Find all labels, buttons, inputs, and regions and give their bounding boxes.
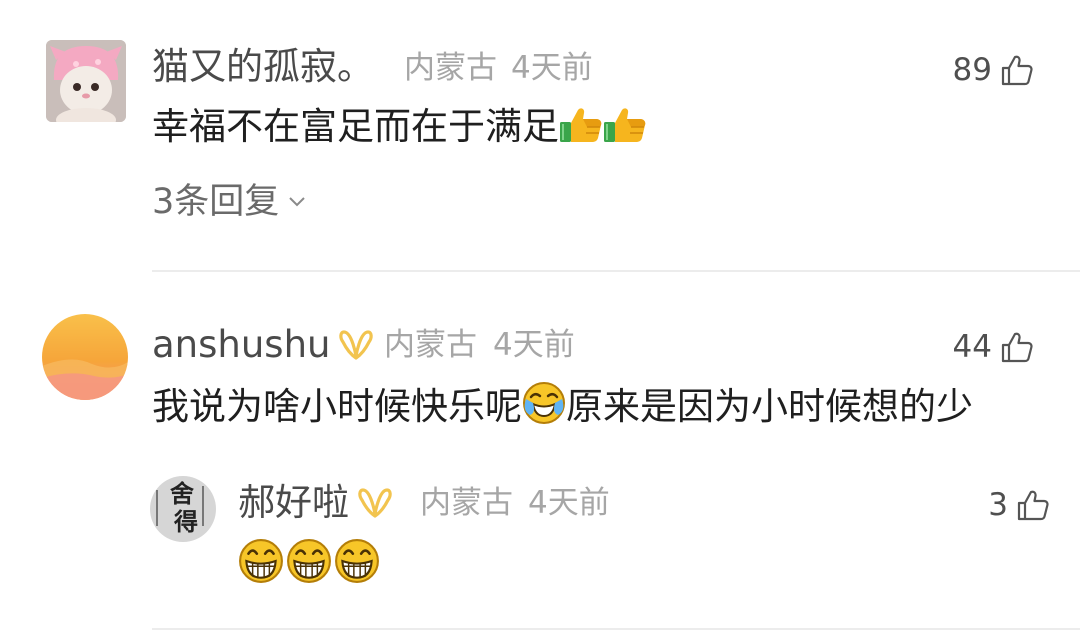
reply-avatar[interactable]: 舍 得 [150,476,216,542]
comment-username[interactable]: 猫又的孤寂。 [152,45,374,89]
sunset-avatar-icon [42,314,128,400]
thumbs-up-icon [603,105,647,145]
comment-location: 内蒙古 [404,50,497,86]
view-replies-button[interactable]: 3条回复 [152,180,307,224]
comment-text: 幸福不在富足而在于满足 [152,103,647,151]
cat-avatar-icon [46,40,126,122]
vip-badge-icon [338,328,374,362]
replies-label: 3条回复 [152,182,280,222]
thumbs-up-outline-icon [1000,53,1034,87]
like-count: 89 [952,52,992,88]
comment-text: 我说为啥小时候快乐呢 原来是因为小时候想的少 [152,381,973,431]
like-button[interactable]: 89 [953,50,1034,90]
avatar[interactable] [42,314,128,400]
avatar-decoration [202,486,204,526]
avatar-decoration [156,490,158,526]
comment-item: 猫又的孤寂。 内蒙古 4天前 89 幸福不在富足而在于满足 3条回复 [0,0,1080,272]
reply-item: 舍 得 郝好啦 内蒙古 4天前 3 [150,468,1050,588]
comment-header: anshushu [152,323,374,367]
reply-text [238,538,380,584]
grinning-icon [238,538,284,584]
divider [152,628,1080,630]
thumbs-up-outline-icon [1016,488,1050,522]
comment-text-part: 原来是因为小时候想的少 [566,385,973,428]
comment-time: 4天前 [493,327,575,363]
reply-header: 郝好啦 [238,481,393,525]
chevron-down-icon [289,197,305,207]
reply-location: 内蒙古 [420,485,513,521]
avatar[interactable] [46,40,126,122]
reply-time: 4天前 [528,485,610,521]
avatar-calligraphy: 得 [174,507,198,536]
like-button[interactable]: 3 [988,485,1050,525]
grinning-icon [334,538,380,584]
vip-badge-icon [357,486,393,520]
reply-username[interactable]: 郝好啦 [238,481,349,525]
comment-time: 4天前 [511,50,593,86]
avatar-calligraphy: 舍 [170,479,194,508]
thumbs-up-outline-icon [1000,330,1034,364]
comment-item: anshushu 内蒙古 4天前 44 我说为啥小时候快乐呢 原来是因为小时候想的… [0,272,1080,632]
crying-laughing-icon [522,381,566,425]
thumbs-up-icon [559,105,603,145]
grinning-icon [286,538,332,584]
comment-text-part: 我说为啥小时候快乐呢 [152,385,522,428]
like-count: 44 [952,329,992,365]
comment-username[interactable]: anshushu [152,323,330,367]
like-count: 3 [988,487,1008,523]
like-button[interactable]: 44 [953,327,1034,367]
comment-location: 内蒙古 [384,327,477,363]
comment-text-content: 幸福不在富足而在于满足 [152,105,559,148]
